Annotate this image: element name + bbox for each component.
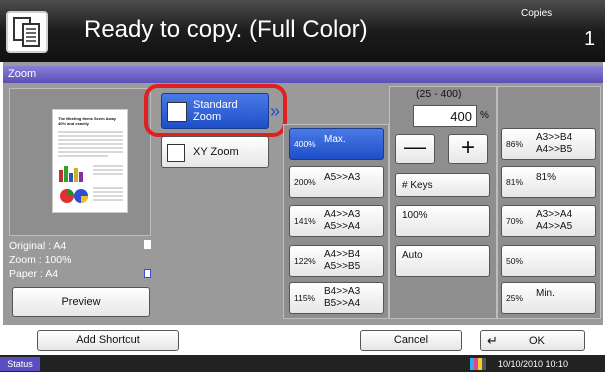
add-shortcut-button[interactable]: Add Shortcut	[37, 330, 179, 351]
preset-label: 81%	[536, 172, 557, 183]
preset-percent: 81%	[506, 177, 524, 187]
undefined-preset-button[interactable]: 50%	[501, 245, 596, 277]
preset-label: A4>>B4 A5>>B5	[324, 249, 361, 272]
preset-percent: 25%	[506, 293, 524, 303]
original-size-info: Original : A4	[9, 240, 67, 252]
zoom-value-field[interactable]: 400	[413, 105, 477, 127]
zoom-plus-button[interactable]: +	[448, 134, 488, 164]
paper-orientation-icon	[144, 269, 151, 278]
copies-label: Copies	[521, 8, 553, 19]
undefined-preset-button[interactable]: 122% A4>>B4 A5>>B5	[289, 245, 384, 277]
keys-label: # Keys	[402, 180, 433, 191]
undefined-preset-button[interactable]: 86% A3>>B4 A4>>B5	[501, 128, 596, 160]
preset-label: Min.	[536, 288, 555, 299]
highlight-ring	[144, 84, 287, 137]
preset-percent: 400%	[294, 139, 316, 149]
toner-level-icon	[470, 358, 488, 370]
ok-label: OK	[529, 335, 545, 347]
preset-label: Max.	[324, 134, 346, 145]
xy-zoom-label: XY Zoom	[193, 146, 239, 158]
copy-mode-icon	[6, 11, 48, 53]
zoom-info: Zoom : 100%	[9, 254, 72, 266]
undefined-preset-button[interactable]: 70% A3>>A4 A4>>A5	[501, 205, 596, 237]
paper-size-info: Paper : A4	[9, 268, 59, 280]
preset-label: A3>>B4 A4>>B5	[536, 132, 573, 155]
undefined-preset-button[interactable]: 25% Min.	[501, 282, 596, 314]
preset-label: B4>>A3 B5>>A4	[324, 286, 361, 309]
undefined-preset-button[interactable]: 141% A4>>A3 A5>>A4	[289, 205, 384, 237]
undefined-preset-button[interactable]: 81% 81%	[501, 166, 596, 198]
preset-percent: 200%	[294, 177, 316, 187]
status-button[interactable]: Status	[0, 357, 40, 371]
date-time: 10/10/2010 10:10	[498, 359, 569, 369]
preset-label: A5>>A3	[324, 172, 361, 183]
preset-percent: 86%	[506, 139, 524, 149]
preset-percent: 70%	[506, 216, 524, 226]
preset-percent: 115%	[294, 293, 316, 303]
hundred-percent-button[interactable]: 100%	[395, 205, 490, 237]
xy-zoom-icon	[167, 144, 185, 162]
undefined-preset-button[interactable]: 400% Max.	[289, 128, 384, 160]
keys-button[interactable]: # Keys	[395, 173, 490, 197]
auto-button[interactable]: Auto	[395, 245, 490, 277]
zoom-range-label: (25 - 400)	[416, 88, 462, 100]
undefined-preset-button[interactable]: 115% B4>>A3 B5>>A4	[289, 282, 384, 314]
zoom-minus-button[interactable]: —	[395, 134, 435, 164]
preset-percent: 122%	[294, 256, 316, 266]
auto-label: Auto	[402, 250, 423, 261]
hundred-percent-label: 100%	[402, 210, 428, 221]
page-title: Ready to copy. (Full Color)	[84, 16, 368, 43]
copies-count: 1	[584, 28, 596, 50]
preset-label: A3>>A4 A4>>A5	[536, 209, 573, 232]
preview-button[interactable]: Preview	[12, 287, 150, 317]
preset-percent: 141%	[294, 216, 316, 226]
undefined-preset-button[interactable]: 200% A5>>A3	[289, 166, 384, 198]
cancel-button[interactable]: Cancel	[360, 330, 462, 351]
ok-button[interactable]: ↵ OK	[480, 330, 585, 351]
preset-percent: 50%	[506, 256, 524, 266]
xy-zoom-button[interactable]: XY Zoom	[161, 136, 269, 168]
original-orientation-icon	[144, 240, 151, 249]
preset-label: A4>>A3 A5>>A4	[324, 209, 361, 232]
zoom-unit: %	[480, 110, 489, 121]
zoom-title-bar: Zoom	[3, 66, 603, 83]
enter-icon: ↵	[487, 333, 498, 348]
preview-page: The Meeting Items Seem Away 40% and exac…	[52, 109, 128, 213]
